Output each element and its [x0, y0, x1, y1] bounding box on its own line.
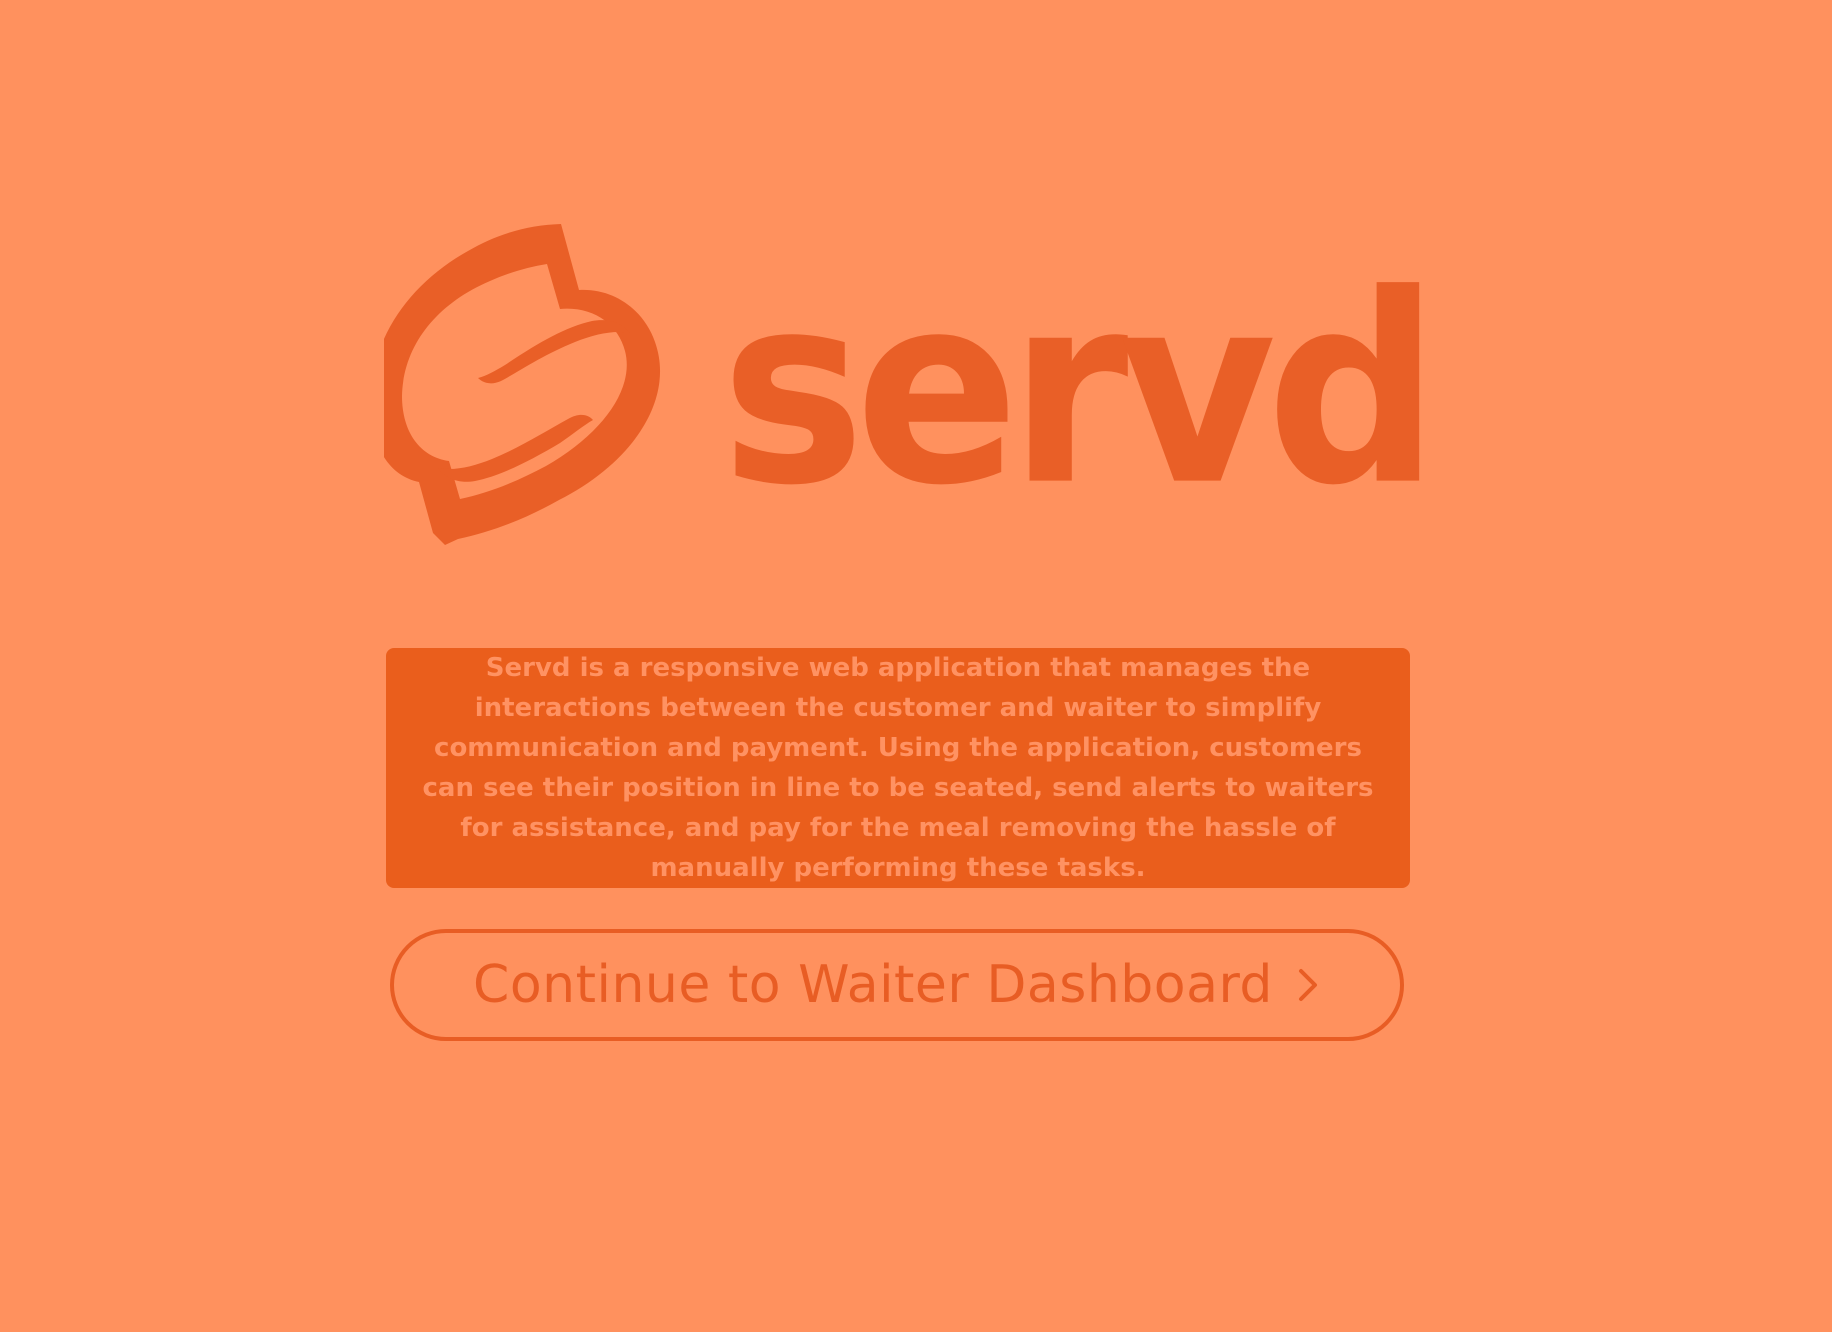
chevron-right-icon [1298, 969, 1317, 1001]
continue-to-waiter-dashboard-button[interactable]: Continue to Waiter Dashboard [390, 929, 1404, 1041]
brand-name: servd [721, 238, 1439, 544]
landing-page: servd Servd is a responsive web applicat… [0, 0, 1832, 1332]
continue-button-label: Continue to Waiter Dashboard [473, 955, 1273, 1015]
app-description-text: Servd is a responsive web application th… [422, 653, 1374, 883]
servd-logo: servd [384, 218, 1439, 564]
app-description-panel: Servd is a responsive web application th… [386, 648, 1410, 888]
brand-wordmark: servd [721, 218, 1439, 564]
